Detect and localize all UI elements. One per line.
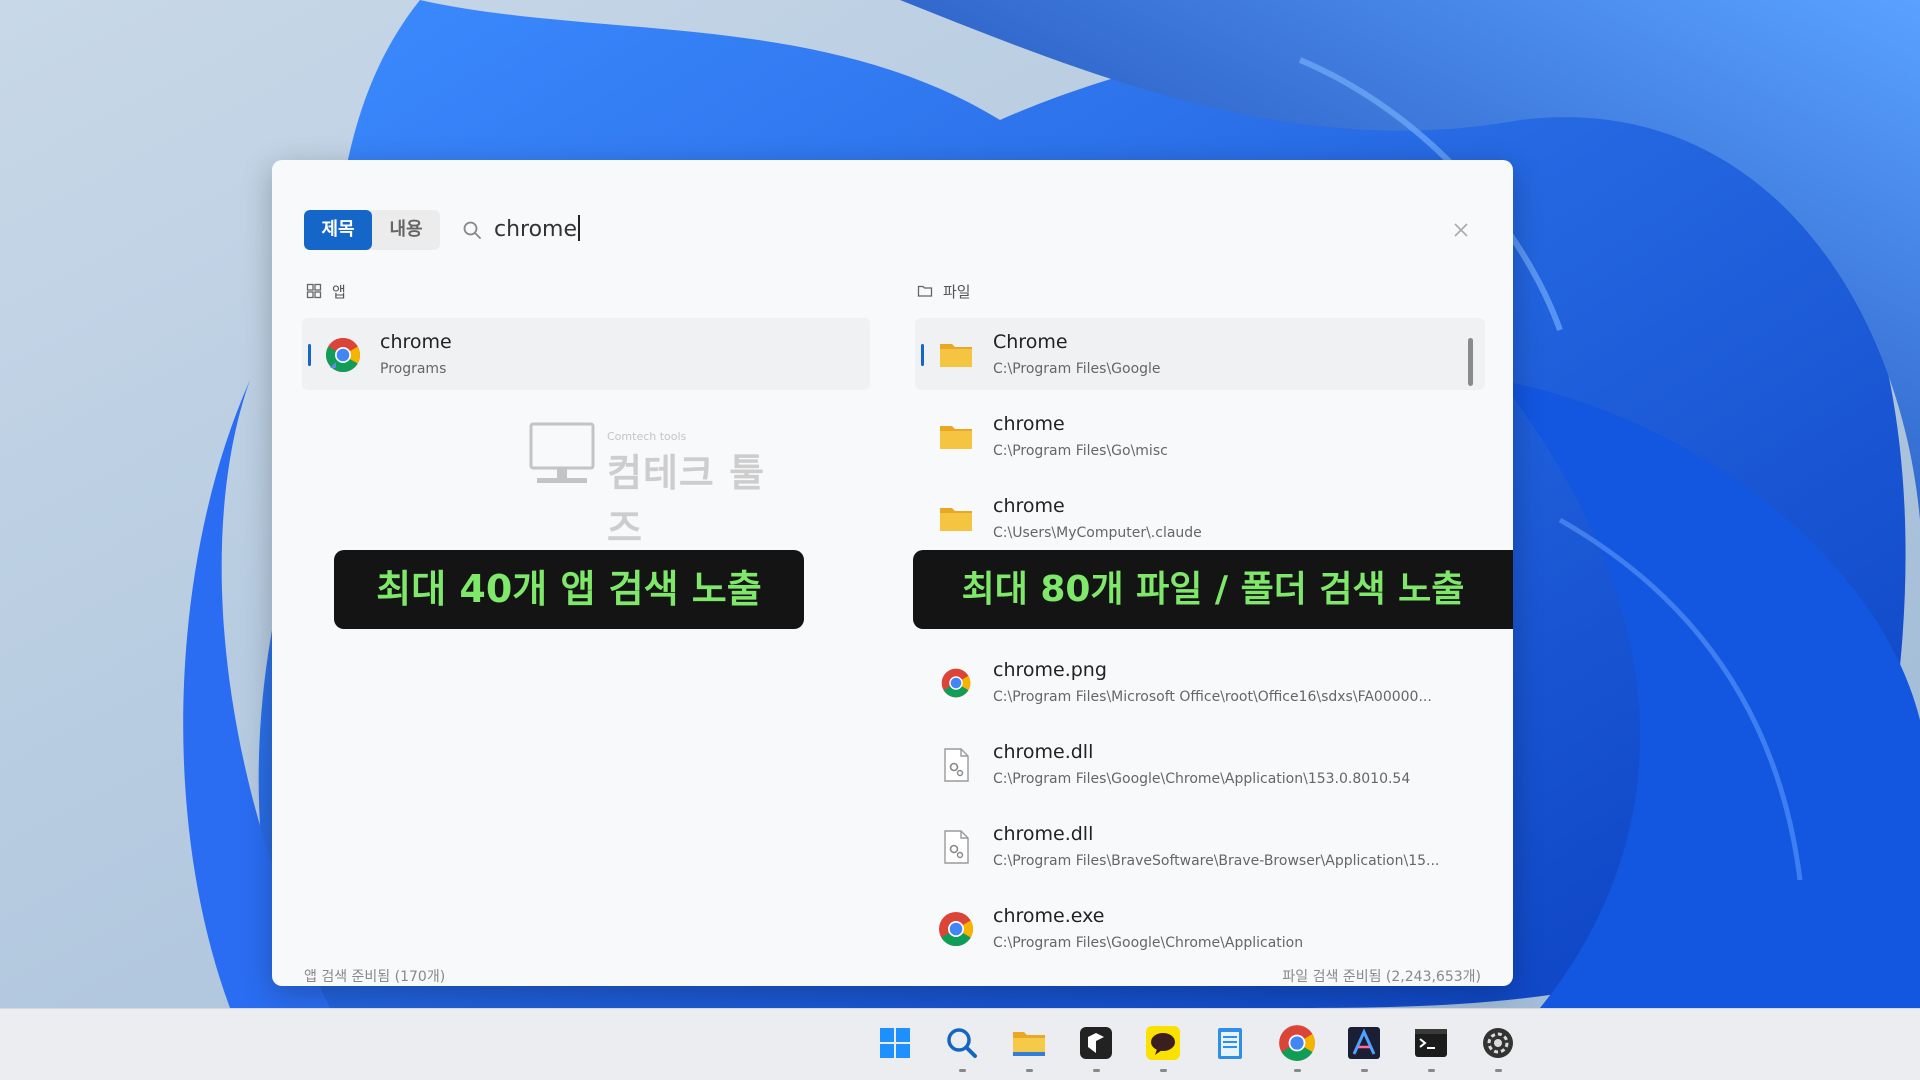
file-result-title: chrome [993, 413, 1065, 435]
notepad-icon [1218, 1028, 1242, 1059]
apps-status-text: 앱 검색 준비됨 (170개) [304, 969, 446, 985]
dll-file-icon [944, 748, 969, 782]
scrollbar-thumb[interactable] [1468, 338, 1473, 386]
terminal-icon [1415, 1029, 1447, 1057]
running-indicator [1093, 1069, 1100, 1072]
taskbar-start-button[interactable] [873, 1023, 918, 1068]
file-result-path: C:\Program Files\Microsoft Office\root\O… [993, 689, 1432, 705]
running-indicator [1160, 1069, 1167, 1072]
folder-icon [940, 344, 972, 367]
app-result-subtitle: Programs [380, 361, 447, 377]
file-result-row[interactable]: Chrome C:\Program Files\Google [915, 318, 1485, 390]
files-section-label: 파일 [943, 282, 971, 301]
taskbar-icons [873, 1023, 1521, 1072]
running-indicator [1428, 1069, 1435, 1072]
watermark-big-text: 컴테크 툴즈 [607, 451, 766, 550]
running-indicator [1294, 1069, 1301, 1072]
files-section-header: 파일 [917, 280, 971, 302]
file-result-title: chrome.exe [993, 905, 1105, 927]
text-caret [578, 215, 581, 241]
selection-indicator [308, 344, 311, 366]
search-query: chrome [494, 217, 578, 242]
file-result-path: C:\Users\MyComputer\.claude [993, 525, 1202, 541]
apps-section-label: 앱 [332, 282, 346, 301]
file-result-row[interactable]: chrome.dll C:\Program Files\Google\Chrom… [915, 728, 1485, 800]
file-result-row[interactable]: chrome.dll C:\Program Files\BraveSoftwar… [915, 810, 1485, 882]
file-result-title: chrome.dll [993, 741, 1094, 763]
app-result-title: chrome [380, 331, 452, 353]
file-result-path: C:\Program Files\Go\misc [993, 443, 1168, 459]
search-icon [463, 221, 481, 239]
kakaotalk-icon [1146, 1026, 1180, 1060]
files-caption-banner: 최대 80개 파일 / 폴더 검색 노출 [913, 550, 1513, 629]
tab-title-mode[interactable]: 제목 [304, 210, 372, 250]
file-result-path: C:\Program Files\Google\Chrome\Applicati… [993, 935, 1304, 951]
folder-icon [940, 508, 972, 531]
running-indicator [959, 1069, 966, 1072]
chrome-icon [326, 338, 360, 372]
taskbar [0, 1008, 1920, 1080]
taskbar-app-box[interactable] [1074, 1023, 1119, 1072]
chrome-icon [1279, 1025, 1315, 1061]
chrome-icon [939, 912, 973, 946]
app-result-row[interactable]: chrome Programs [302, 318, 870, 390]
selection-indicator [921, 344, 924, 366]
file-result-title: chrome.dll [993, 823, 1094, 845]
search-input[interactable]: chrome [494, 214, 581, 246]
file-result-row[interactable]: chrome C:\Program Files\Go\misc [915, 400, 1485, 472]
taskbar-file-explorer[interactable] [1007, 1023, 1052, 1072]
apps-caption-banner: 최대 40개 앱 검색 노출 [334, 550, 804, 629]
folder-icon [940, 426, 972, 449]
apps-section-header: 앱 [306, 280, 346, 302]
dll-file-icon [944, 830, 969, 864]
folder-outline-icon [917, 285, 933, 297]
tab-content-mode[interactable]: 내용 [372, 210, 440, 250]
settings-icon [1483, 1028, 1513, 1058]
running-indicator [1361, 1069, 1368, 1072]
search-mode-toggle: 제목 내용 [304, 210, 440, 250]
taskbar-chrome[interactable] [1275, 1023, 1320, 1072]
file-result-row[interactable]: chrome.exe C:\Program Files\Google\Chrom… [915, 892, 1485, 958]
file-result-row[interactable]: chrome.png C:\Program Files\Microsoft Of… [915, 646, 1485, 718]
file-result-path: C:\Program Files\BraveSoftware\Brave-Bro… [993, 853, 1440, 869]
app-box-icon [1080, 1027, 1112, 1059]
taskbar-notepad[interactable] [1208, 1023, 1253, 1068]
file-result-title: chrome [993, 495, 1065, 517]
search-window: 제목 내용 chrome 앱 파일 chrome Programs Comtec… [272, 160, 1513, 986]
taskbar-kakaotalk[interactable] [1141, 1023, 1186, 1072]
monitor-icon [529, 422, 595, 483]
file-result-row[interactable]: chrome C:\Users\MyComputer\.claude [915, 482, 1485, 554]
close-icon[interactable] [1451, 220, 1471, 240]
file-result-title: chrome.png [993, 659, 1107, 681]
windows-start-icon [880, 1028, 910, 1058]
search-icon [947, 1028, 977, 1058]
search-bar: 제목 내용 chrome [304, 210, 1481, 250]
file-explorer-icon [1013, 1032, 1045, 1056]
editor-icon [1348, 1027, 1380, 1059]
taskbar-editor[interactable] [1342, 1023, 1387, 1072]
apps-grid-icon [306, 283, 322, 299]
files-status-text: 파일 검색 준비됨 (2,243,653개) [1282, 969, 1481, 985]
file-result-path: C:\Program Files\Google [993, 361, 1161, 377]
watermark-logo: Comtech tools 컴테크 툴즈 [527, 422, 787, 550]
chrome-icon [941, 668, 971, 698]
file-result-title: Chrome [993, 331, 1068, 353]
file-result-path: C:\Program Files\Google\Chrome\Applicati… [993, 771, 1411, 787]
taskbar-settings[interactable] [1476, 1023, 1521, 1072]
taskbar-terminal[interactable] [1409, 1023, 1454, 1072]
taskbar-search-button[interactable] [940, 1023, 985, 1072]
running-indicator [1026, 1069, 1033, 1072]
running-indicator [1495, 1069, 1502, 1072]
